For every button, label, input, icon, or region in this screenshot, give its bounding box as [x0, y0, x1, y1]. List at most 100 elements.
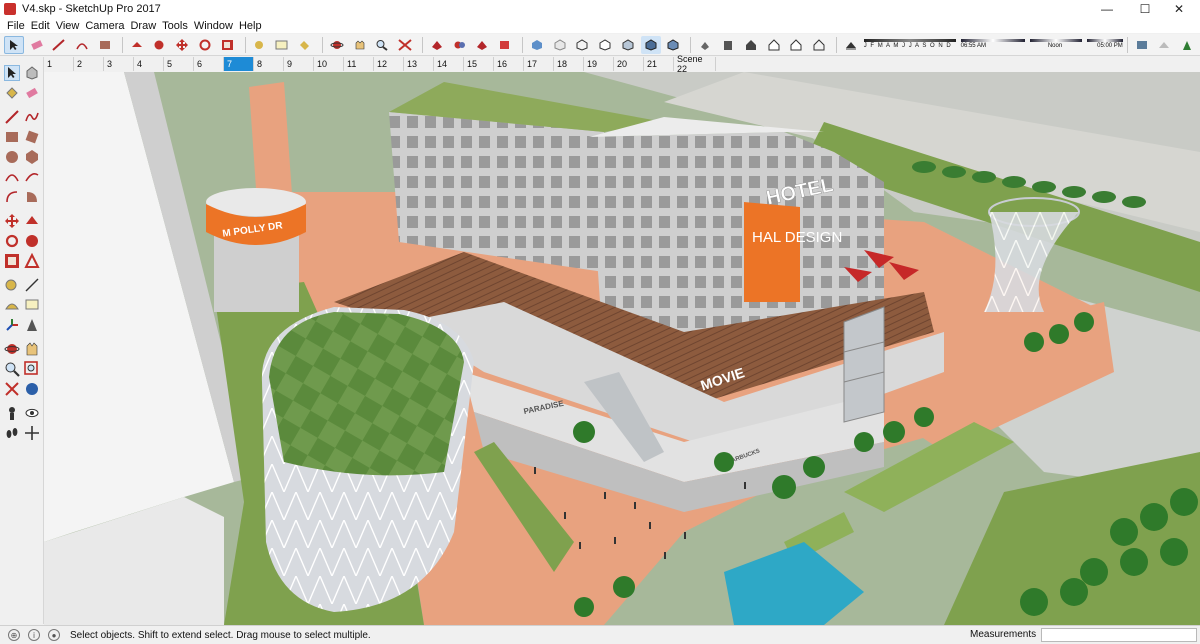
zoom-icon[interactable]: [372, 36, 392, 54]
orbit-icon[interactable]: [4, 341, 20, 357]
user-icon[interactable]: ●: [48, 629, 60, 641]
menu-view[interactable]: View: [53, 20, 83, 32]
move-icon[interactable]: [172, 36, 192, 54]
monochrome-icon[interactable]: [664, 36, 684, 54]
shape-tool-icon[interactable]: [72, 36, 92, 54]
axes-icon[interactable]: [4, 317, 20, 333]
sandbox-icon[interactable]: [1177, 36, 1197, 54]
position-camera-icon[interactable]: [4, 405, 20, 421]
back-view-icon[interactable]: [786, 36, 806, 54]
offset-icon[interactable]: [24, 252, 40, 269]
back-edges-icon[interactable]: [550, 36, 570, 54]
shadow-time-slider[interactable]: 06:55 AM: [960, 38, 1025, 51]
eraser-icon[interactable]: [27, 36, 47, 54]
model-viewport[interactable]: M POLLY DR HAL DESIGN HOTEL MOVIE PARADI…: [44, 72, 1200, 625]
text-icon[interactable]: [24, 297, 40, 313]
shadow-end-slider[interactable]: 05:00 PM: [1087, 38, 1124, 51]
line-tool-icon[interactable]: [50, 36, 70, 54]
shaded-textures-icon[interactable]: [640, 35, 661, 54]
shadows-icon[interactable]: [841, 36, 861, 54]
scene-tab[interactable]: 3: [104, 57, 134, 71]
select-arrow-icon[interactable]: [4, 35, 24, 54]
tape-measure-icon[interactable]: [4, 277, 20, 293]
front-view-icon[interactable]: [741, 36, 761, 54]
menu-edit[interactable]: Edit: [28, 20, 53, 32]
layout-icon[interactable]: [495, 36, 515, 54]
wireframe-icon[interactable]: [573, 36, 593, 54]
scene-tab[interactable]: 15: [464, 57, 494, 71]
top-view-icon[interactable]: [718, 36, 738, 54]
pie-tool-icon[interactable]: [24, 189, 40, 205]
scene-tab[interactable]: 8: [254, 57, 284, 71]
menu-camera[interactable]: Camera: [82, 20, 127, 32]
iso-view-icon[interactable]: [695, 36, 715, 54]
photo-match-icon[interactable]: [1132, 36, 1152, 54]
fog-icon[interactable]: [1155, 36, 1175, 54]
dimension-icon[interactable]: [24, 277, 40, 293]
scene-tab[interactable]: 10: [314, 57, 344, 71]
scale-icon[interactable]: [4, 253, 20, 269]
scene-tab[interactable]: 18: [554, 57, 584, 71]
scene-tab[interactable]: 9: [284, 57, 314, 71]
shadow-date-slider[interactable]: J F M A M J J A S O N D: [863, 38, 956, 51]
push-pull-icon[interactable]: [127, 36, 147, 54]
scene-tab[interactable]: 16: [494, 57, 524, 71]
footprints-icon[interactable]: [4, 425, 20, 441]
arc-tool-icon[interactable]: [4, 169, 20, 185]
circle-tool-icon[interactable]: [4, 149, 20, 165]
make-component-icon[interactable]: [24, 65, 40, 81]
polygon-tool-icon[interactable]: [24, 149, 40, 165]
previous-view-icon[interactable]: [24, 381, 40, 397]
look-around-icon[interactable]: [24, 405, 40, 421]
zoom-icon[interactable]: [4, 361, 20, 377]
paint-bucket-icon[interactable]: [4, 85, 20, 101]
section-plane-icon[interactable]: [24, 425, 40, 441]
zoom-extents-icon[interactable]: [395, 36, 415, 54]
scene-tab[interactable]: 14: [434, 57, 464, 71]
protractor-icon[interactable]: [4, 297, 20, 313]
follow-me-icon[interactable]: [150, 36, 170, 54]
orbit-icon[interactable]: [327, 36, 347, 54]
move-icon[interactable]: [4, 213, 20, 229]
line-tool-icon[interactable]: [4, 109, 20, 125]
info-icon[interactable]: i: [28, 629, 40, 641]
shaded-icon[interactable]: [618, 36, 638, 54]
xray-icon[interactable]: [527, 36, 547, 54]
extension-warehouse-icon[interactable]: [473, 36, 493, 54]
two-point-arc-icon[interactable]: [24, 169, 40, 185]
text-icon[interactable]: [272, 36, 292, 54]
push-pull-icon[interactable]: [24, 213, 40, 229]
pan-icon[interactable]: [350, 36, 370, 54]
scene-tab[interactable]: 1: [44, 57, 74, 71]
hidden-line-icon[interactable]: [595, 36, 615, 54]
three-point-arc-icon[interactable]: [4, 189, 20, 205]
measurements-input[interactable]: [1041, 628, 1197, 642]
components-icon[interactable]: [450, 36, 470, 54]
menu-help[interactable]: Help: [236, 20, 265, 32]
scene-tab-active[interactable]: 7: [224, 57, 254, 71]
tape-measure-icon[interactable]: [250, 36, 270, 54]
pan-icon[interactable]: [24, 341, 40, 357]
rectangle-tool-icon[interactable]: [4, 129, 20, 145]
follow-me-icon[interactable]: [24, 233, 40, 249]
scene-tab[interactable]: 19: [584, 57, 614, 71]
rectangle-tool-icon[interactable]: [95, 36, 115, 54]
scene-tab[interactable]: 2: [74, 57, 104, 71]
zoom-extents-icon[interactable]: [4, 381, 20, 397]
menu-tools[interactable]: Tools: [159, 20, 191, 32]
scene-tab[interactable]: 20: [614, 57, 644, 71]
geo-location-icon[interactable]: ⊕: [8, 629, 20, 641]
close-button[interactable]: ✕: [1156, 0, 1200, 18]
left-view-icon[interactable]: [809, 36, 829, 54]
three-d-text-icon[interactable]: [24, 317, 40, 333]
zoom-window-icon[interactable]: [24, 361, 40, 377]
rotate-icon[interactable]: [195, 36, 215, 54]
rotate-icon[interactable]: [4, 233, 20, 249]
scene-tab[interactable]: 17: [524, 57, 554, 71]
menu-file[interactable]: File: [4, 20, 28, 32]
select-arrow-icon[interactable]: [4, 65, 20, 81]
scene-tab[interactable]: 6: [194, 57, 224, 71]
scale-icon[interactable]: [218, 36, 238, 54]
eraser-icon[interactable]: [24, 85, 40, 101]
scene-tab[interactable]: 11: [344, 57, 374, 71]
